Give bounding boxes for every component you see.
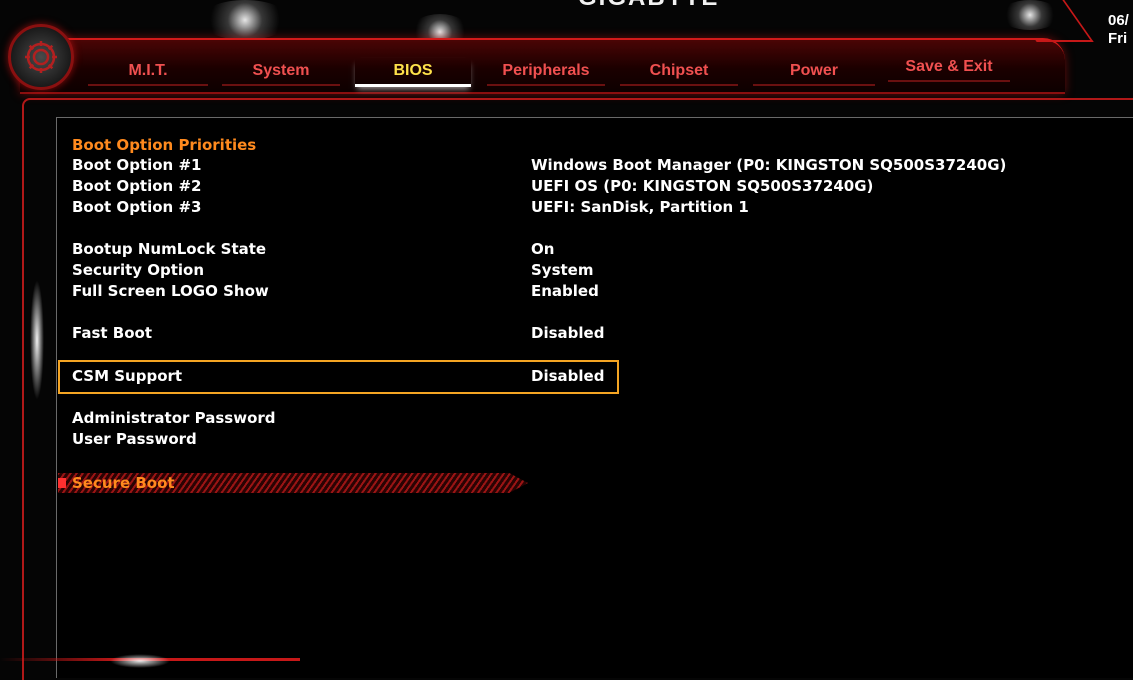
tab-system[interactable]: System <box>222 58 340 86</box>
section-header-boot-priorities: Boot Option Priorities <box>72 136 257 154</box>
boot-option-1[interactable]: Boot Option #1 Windows Boot Manager (P0:… <box>72 155 1006 176</box>
setting-label: User Password <box>72 430 197 448</box>
boot-option-3[interactable]: Boot Option #3 UEFI: SanDisk, Partition … <box>72 197 972 218</box>
setting-user-password[interactable]: User Password <box>72 429 972 450</box>
brand-logo: GIGABYTE <box>578 0 728 10</box>
gear-icon[interactable] <box>8 24 74 90</box>
setting-label: CSM Support <box>72 367 183 385</box>
boot-option-2[interactable]: Boot Option #2 UEFI OS (P0: KINGSTON SQ5… <box>72 176 972 197</box>
selection-marker-icon <box>58 478 66 488</box>
light-glow <box>200 0 290 40</box>
setting-label: Full Screen LOGO Show <box>72 282 269 300</box>
system-clock: 06/ Fri <box>1108 12 1133 48</box>
date-text: 06/ <box>1108 12 1129 29</box>
setting-value[interactable]: Disabled <box>531 323 604 344</box>
setting-label: Bootup NumLock State <box>72 240 267 258</box>
setting-security-option[interactable]: Security Option System <box>72 260 972 281</box>
setting-csm-support[interactable]: CSM Support Disabled <box>72 366 972 387</box>
setting-value[interactable]: On <box>531 239 554 260</box>
tab-bios[interactable]: BIOS <box>355 58 471 87</box>
tab-chipset[interactable]: Chipset <box>620 58 738 86</box>
tab-mit[interactable]: M.I.T. <box>88 58 208 86</box>
setting-full-screen-logo[interactable]: Full Screen LOGO Show Enabled <box>72 281 972 302</box>
setting-value[interactable]: Disabled <box>531 366 604 387</box>
setting-label: Boot Option #3 <box>72 198 202 216</box>
setting-administrator-password[interactable]: Administrator Password <box>72 408 972 429</box>
tab-save-exit[interactable]: Save & Exit <box>888 54 1010 82</box>
setting-label: Fast Boot <box>72 324 153 342</box>
setting-fast-boot[interactable]: Fast Boot Disabled <box>72 323 972 344</box>
setting-bootup-numlock[interactable]: Bootup NumLock State On <box>72 239 972 260</box>
submenu-label: Secure Boot <box>72 474 175 492</box>
setting-value[interactable]: Enabled <box>531 281 599 302</box>
setting-value[interactable]: System <box>531 260 593 281</box>
tab-power[interactable]: Power <box>753 58 875 86</box>
setting-label: Administrator Password <box>72 409 276 427</box>
tab-peripherals[interactable]: Peripherals <box>487 58 605 86</box>
light-glow <box>30 280 44 400</box>
setting-label: Boot Option #1 <box>72 156 202 174</box>
day-text: Fri <box>1108 30 1128 47</box>
submenu-secure-boot[interactable]: Secure Boot <box>58 473 528 493</box>
setting-value[interactable]: UEFI OS (P0: KINGSTON SQ500S37240G) <box>531 176 873 197</box>
light-glow <box>110 654 170 668</box>
setting-value[interactable]: Windows Boot Manager (P0: KINGSTON SQ500… <box>531 155 1006 176</box>
setting-label: Security Option <box>72 261 205 279</box>
setting-value[interactable]: UEFI: SanDisk, Partition 1 <box>531 197 749 218</box>
setting-label: Boot Option #2 <box>72 177 202 195</box>
